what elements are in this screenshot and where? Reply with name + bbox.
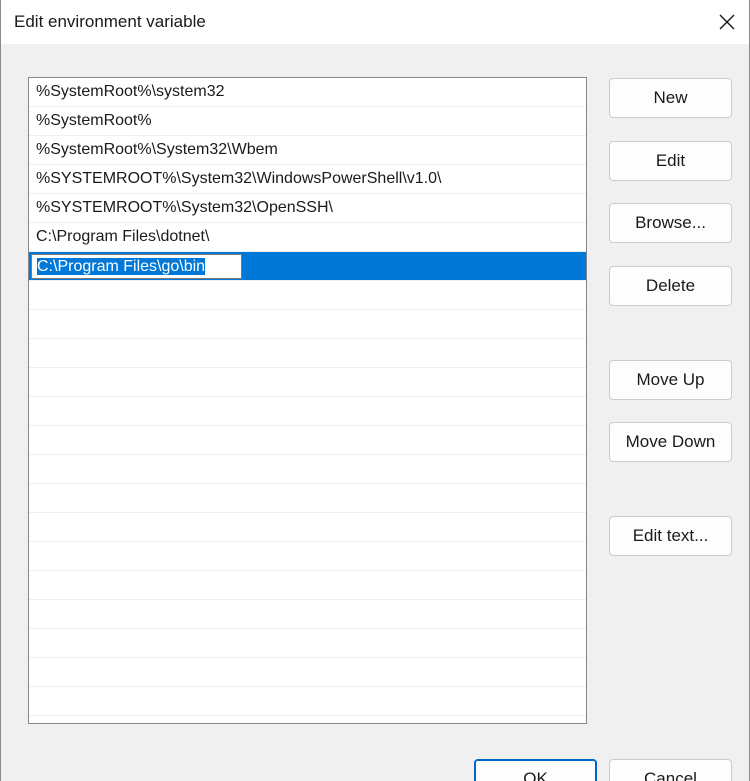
empty-row[interactable] (29, 687, 586, 716)
empty-row[interactable] (29, 339, 586, 368)
edit-button[interactable]: Edit (609, 141, 732, 181)
inline-edit-field[interactable]: C:\Program Files\go\bin (31, 254, 242, 279)
empty-row[interactable] (29, 397, 586, 426)
empty-row[interactable] (29, 629, 586, 658)
list-item[interactable]: %SystemRoot% (29, 107, 586, 136)
move-down-button[interactable]: Move Down (609, 422, 732, 462)
ok-button[interactable]: OK (474, 759, 597, 781)
list-item-text: %SystemRoot% (36, 112, 152, 129)
path-list[interactable]: %SystemRoot%\system32 %SystemRoot% %Syst… (28, 77, 587, 724)
cancel-button[interactable]: Cancel (609, 759, 732, 781)
list-item[interactable]: %SystemRoot%\System32\Wbem (29, 136, 586, 165)
empty-row[interactable] (29, 716, 586, 723)
list-item[interactable]: %SYSTEMROOT%\System32\OpenSSH\ (29, 194, 586, 223)
empty-row[interactable] (29, 571, 586, 600)
empty-row[interactable] (29, 426, 586, 455)
edit-text-button[interactable]: Edit text... (609, 516, 732, 556)
empty-row[interactable] (29, 484, 586, 513)
empty-row[interactable] (29, 542, 586, 571)
close-button[interactable] (705, 0, 749, 44)
empty-row[interactable] (29, 513, 586, 542)
dialog-title: Edit environment variable (14, 12, 206, 31)
inline-edit-value: C:\Program Files\go\bin (37, 258, 206, 275)
browse-button[interactable]: Browse... (609, 203, 732, 243)
list-item[interactable]: %SYSTEMROOT%\System32\WindowsPowerShell\… (29, 165, 586, 194)
empty-row[interactable] (29, 658, 586, 687)
list-item[interactable]: C:\Program Files\dotnet\ (29, 223, 586, 252)
list-item-text: %SYSTEMROOT%\System32\OpenSSH\ (36, 199, 333, 216)
selected-list-item[interactable]: C:\Program Files\go\bin (29, 252, 586, 281)
list-item-text: C:\Program Files\dotnet\ (36, 228, 210, 245)
edit-env-var-dialog: Edit environment variable %SystemRoot%\s… (0, 0, 750, 781)
list-item[interactable]: %SystemRoot%\system32 (29, 78, 586, 107)
empty-row[interactable] (29, 368, 586, 397)
empty-row[interactable] (29, 600, 586, 629)
empty-row[interactable] (29, 281, 586, 310)
delete-button[interactable]: Delete (609, 266, 732, 306)
list-item-text: %SystemRoot%\System32\Wbem (36, 141, 278, 158)
title-bar: Edit environment variable (1, 0, 749, 44)
move-up-button[interactable]: Move Up (609, 360, 732, 400)
empty-row[interactable] (29, 455, 586, 484)
list-item-text: %SYSTEMROOT%\System32\WindowsPowerShell\… (36, 170, 442, 187)
empty-row[interactable] (29, 310, 586, 339)
close-icon (719, 14, 735, 30)
list-item-text: %SystemRoot%\system32 (36, 83, 225, 100)
new-button[interactable]: New (609, 78, 732, 118)
